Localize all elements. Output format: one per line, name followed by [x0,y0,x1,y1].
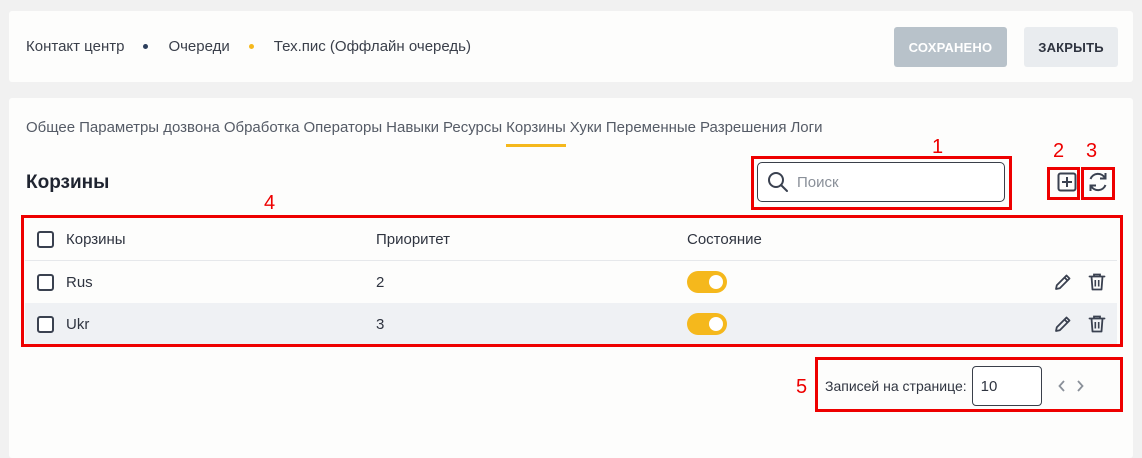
tab-operators[interactable]: Операторы [303,119,382,146]
bucket-priority: 2 [376,273,385,291]
edit-icon [1055,274,1071,290]
row-checkbox[interactable] [37,315,54,333]
table-row[interactable]: Ukr 3 [25,303,1117,345]
search-box[interactable] [757,162,1005,202]
delete-button[interactable] [1086,271,1108,293]
select-all-checkbox[interactable] [37,230,54,248]
tab-logs[interactable]: Логи [790,119,822,146]
annotation-number: 3 [1086,140,1098,162]
tab-variables[interactable]: Переменные [606,119,696,146]
tab-bar: Общее Параметры дозвона Обработка Операт… [26,119,826,147]
table-header-row: Корзины Приоритет Состояние [25,218,1117,261]
breadcrumb-contact-center[interactable]: Контакт центр [26,38,124,55]
breadcrumb-queues[interactable]: Очереди [168,38,229,55]
annotation-number: 2 [1053,140,1065,162]
bucket-priority: 3 [376,315,385,333]
buckets-table: Корзины Приоритет Состояние Rus 2 Ukr 3 [25,218,1117,345]
refresh-button[interactable] [1085,169,1111,195]
tab-resources[interactable]: Ресурсы [443,119,502,146]
delete-icon [1088,315,1106,333]
tab-general[interactable]: Общее [26,119,75,146]
pagination: Записей на странице: [825,366,1086,406]
bucket-name: Rus [66,273,93,291]
search-input[interactable] [797,173,987,191]
state-toggle[interactable] [687,313,727,335]
close-button[interactable]: ЗАКРЫТЬ [1024,27,1118,67]
bucket-name: Ukr [66,315,90,333]
breadcrumb: Контакт центр Очереди Тех.пис (Оффлайн о… [26,38,471,55]
next-page-button[interactable] [1074,378,1086,394]
top-bar: Контакт центр Очереди Тех.пис (Оффлайн о… [9,11,1133,82]
column-header-priority[interactable]: Приоритет [376,231,450,248]
chevron-left-icon [1057,380,1065,392]
saved-button[interactable]: СОХРАНЕНО [894,27,1007,67]
rows-per-page-label: Записей на странице: [825,378,967,394]
delete-icon [1088,273,1106,291]
main-panel: Общее Параметры дозвона Обработка Операт… [9,98,1133,458]
rows-per-page-input[interactable] [971,366,1042,406]
breadcrumb-separator-dot [143,44,149,49]
tab-dial-params[interactable]: Параметры дозвона [79,119,220,146]
tab-permissions[interactable]: Разрешения [700,119,786,146]
breadcrumb-separator-dot [248,44,254,49]
tab-hooks[interactable]: Хуки [570,119,602,146]
edit-button[interactable] [1052,271,1074,293]
column-header-state[interactable]: Состояние [687,231,762,248]
add-button[interactable] [1054,169,1080,195]
annotation-number: 1 [932,136,944,158]
breadcrumb-current-queue: Тех.пис (Оффлайн очередь) [273,38,471,55]
search-icon [768,172,788,192]
delete-button[interactable] [1086,313,1108,335]
column-header-buckets[interactable]: Корзины [66,231,126,248]
table-row[interactable]: Rus 2 [25,261,1117,303]
tab-processing[interactable]: Обработка [224,119,300,146]
edit-button[interactable] [1052,313,1074,335]
annotation-number: 5 [796,376,808,398]
prev-page-button[interactable] [1056,378,1068,394]
section-title: Корзины [26,172,110,193]
add-icon [1057,172,1077,192]
tab-skills[interactable]: Навыки [386,119,439,146]
edit-icon [1055,316,1071,332]
chevron-right-icon [1076,380,1084,392]
state-toggle[interactable] [687,271,727,293]
annotation-number: 4 [264,192,276,214]
tab-buckets[interactable]: Корзины [506,119,566,147]
row-checkbox[interactable] [37,273,54,291]
refresh-icon [1089,172,1107,192]
